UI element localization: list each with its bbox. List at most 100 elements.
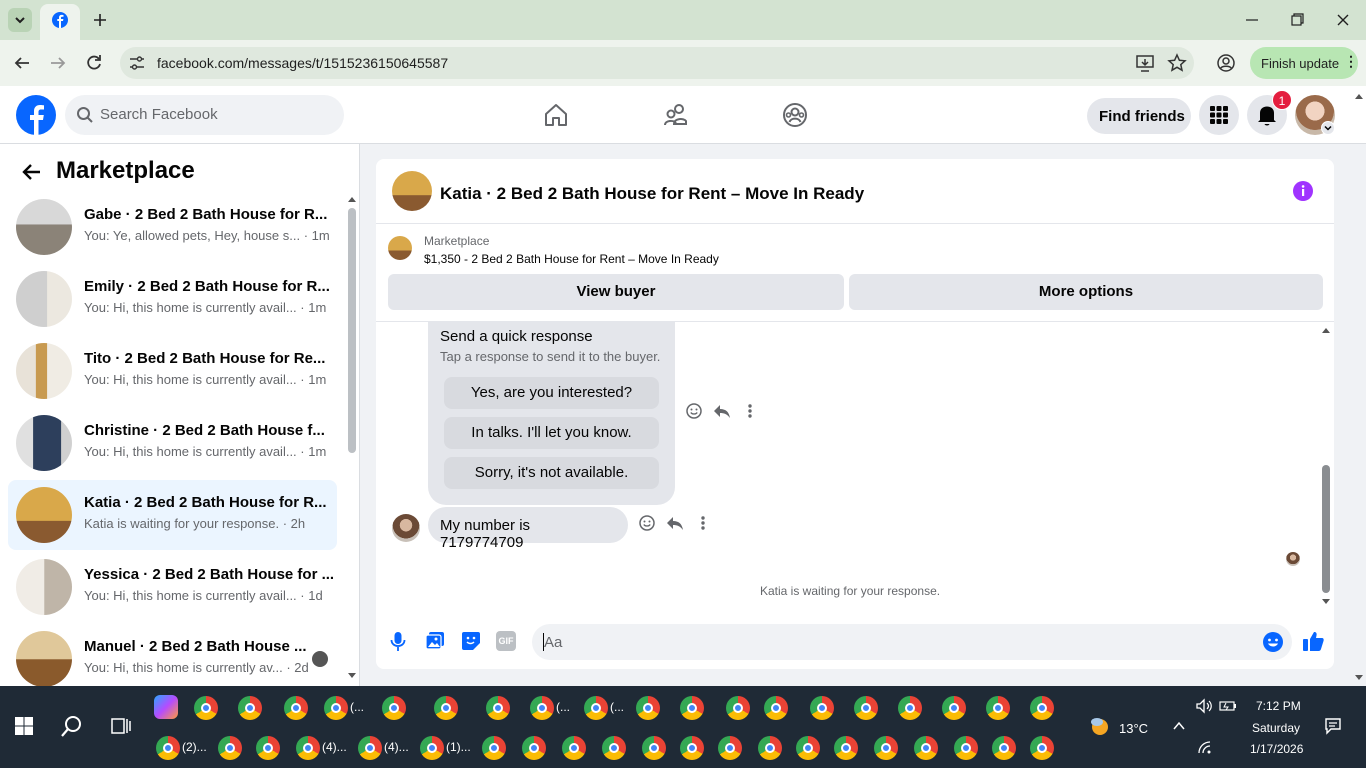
site-info-button[interactable] — [126, 52, 148, 74]
reload-button[interactable] — [82, 51, 106, 75]
chrome-taskbar-icon[interactable] — [1030, 736, 1054, 760]
react-button[interactable] — [685, 402, 703, 420]
chrome-taskbar-icon[interactable] — [834, 736, 858, 760]
close-window-button[interactable] — [1331, 8, 1355, 32]
scroll-down-icon[interactable] — [1321, 598, 1331, 606]
sticker-button[interactable] — [460, 630, 482, 652]
nav-groups[interactable] — [781, 101, 809, 129]
chrome-taskbar-icon[interactable] — [642, 736, 666, 760]
chrome-taskbar-icon[interactable] — [1030, 696, 1054, 720]
message-bubble[interactable]: My number is 7179774709 — [428, 507, 628, 551]
sidebar-scrollbar[interactable] — [348, 208, 356, 453]
chrome-taskbar-icon[interactable] — [810, 696, 834, 720]
conversation-item-selected[interactable]: Katia · 2 Bed 2 Bath House for R... Kati… — [8, 480, 337, 550]
chrome-taskbar-icon[interactable] — [284, 696, 308, 720]
chrome-taskbar-icon[interactable] — [218, 736, 242, 760]
chrome-taskbar-icon[interactable] — [898, 696, 922, 720]
back-arrow-button[interactable] — [20, 160, 44, 184]
chrome-taskbar-icon[interactable] — [256, 736, 280, 760]
chrome-taskbar-icon[interactable] — [238, 696, 262, 720]
quick-response-button[interactable]: Yes, are you interested? — [444, 377, 659, 409]
emoji-button[interactable] — [1262, 631, 1284, 653]
gif-button[interactable]: GIF — [496, 631, 516, 651]
voice-clip-button[interactable] — [388, 630, 408, 652]
scroll-down-icon[interactable] — [347, 672, 357, 680]
forward-button[interactable] — [46, 51, 70, 75]
chrome-taskbar-icon[interactable] — [194, 696, 218, 720]
scroll-up-icon[interactable] — [1321, 326, 1331, 334]
chrome-taskbar-icon[interactable] — [382, 696, 406, 720]
reply-button[interactable] — [665, 514, 685, 532]
browser-tab-facebook[interactable] — [40, 4, 80, 40]
bookmark-button[interactable] — [1166, 52, 1188, 74]
attach-photo-button[interactable] — [424, 630, 446, 652]
quick-response-button[interactable]: In talks. I'll let you know. — [444, 417, 659, 449]
conversation-item[interactable]: Emily · 2 Bed 2 Bath House for R... You:… — [8, 264, 337, 334]
weather-icon[interactable] — [1087, 714, 1111, 738]
more-options-button[interactable]: More options — [849, 274, 1323, 310]
chrome-taskbar-icon[interactable] — [420, 736, 444, 760]
react-button[interactable] — [638, 514, 656, 532]
facebook-logo[interactable] — [16, 95, 56, 135]
chrome-taskbar-icon[interactable] — [680, 736, 704, 760]
clock-time[interactable]: 7:12 PM — [1256, 699, 1301, 713]
install-app-button[interactable] — [1134, 52, 1156, 74]
chrome-taskbar-icon[interactable] — [992, 736, 1016, 760]
restore-button[interactable] — [1285, 8, 1309, 32]
chrome-taskbar-icon[interactable] — [358, 736, 382, 760]
taskbar-search-button[interactable] — [60, 714, 84, 738]
url-text[interactable]: facebook.com/messages/t/1515236150645587 — [157, 55, 448, 71]
find-friends-button[interactable]: Find friends — [1087, 98, 1191, 134]
copilot-icon[interactable] — [154, 695, 178, 719]
chrome-taskbar-icon[interactable] — [530, 696, 554, 720]
back-button[interactable] — [10, 51, 34, 75]
start-button[interactable] — [14, 716, 34, 736]
view-buyer-button[interactable]: View buyer — [388, 274, 844, 310]
new-tab-button[interactable] — [88, 8, 112, 32]
conversation-item[interactable]: Yessica · 2 Bed 2 Bath House for ... You… — [8, 552, 337, 622]
chrome-taskbar-icon[interactable] — [680, 696, 704, 720]
chrome-taskbar-icon[interactable] — [718, 736, 742, 760]
nav-friends[interactable] — [662, 101, 690, 129]
chrome-taskbar-icon[interactable] — [764, 696, 788, 720]
volume-icon[interactable] — [1195, 698, 1213, 714]
clock-date[interactable]: 1/17/2026 — [1250, 742, 1303, 756]
chrome-taskbar-icon[interactable] — [602, 736, 626, 760]
chat-scrollbar[interactable] — [1322, 465, 1330, 593]
chrome-taskbar-icon[interactable] — [584, 696, 608, 720]
chrome-taskbar-icon[interactable] — [636, 696, 660, 720]
temperature[interactable]: 13°C — [1119, 721, 1148, 736]
chrome-taskbar-icon[interactable] — [296, 736, 320, 760]
page-scroll-up-icon[interactable] — [1354, 92, 1364, 100]
chrome-taskbar-icon[interactable] — [562, 736, 586, 760]
listing-title[interactable]: $1,350 - 2 Bed 2 Bath House for Rent – M… — [424, 252, 719, 266]
chrome-taskbar-icon[interactable] — [482, 736, 506, 760]
notification-center-button[interactable] — [1324, 717, 1342, 735]
quick-response-button[interactable]: Sorry, it's not available. — [444, 457, 659, 489]
info-button[interactable] — [1292, 180, 1314, 202]
reply-button[interactable] — [712, 402, 732, 420]
chat-title[interactable]: Katia · 2 Bed 2 Bath House for Rent – Mo… — [440, 184, 864, 204]
chrome-taskbar-icon[interactable] — [954, 736, 978, 760]
chrome-taskbar-icon[interactable] — [758, 736, 782, 760]
wifi-icon[interactable] — [1197, 740, 1213, 754]
chrome-taskbar-icon[interactable] — [156, 736, 180, 760]
conversation-item[interactable]: Christine · 2 Bed 2 Bath House f... You:… — [8, 408, 337, 478]
tab-search-button[interactable] — [8, 8, 32, 32]
chrome-taskbar-icon[interactable] — [726, 696, 750, 720]
conversation-item[interactable]: Tito · 2 Bed 2 Bath House for Re... You:… — [8, 336, 337, 406]
chrome-taskbar-icon[interactable] — [796, 736, 820, 760]
like-button[interactable] — [1301, 629, 1325, 653]
profile-button[interactable] — [1215, 52, 1237, 74]
chat-listing-thumbnail[interactable] — [392, 171, 432, 211]
clock-day[interactable]: Saturday — [1252, 721, 1300, 735]
chrome-taskbar-icon[interactable] — [486, 696, 510, 720]
chrome-taskbar-icon[interactable] — [324, 696, 348, 720]
more-actions-button[interactable] — [742, 402, 758, 420]
chrome-taskbar-icon[interactable] — [522, 736, 546, 760]
hidden-icons-button[interactable] — [1172, 720, 1186, 732]
nav-home[interactable] — [542, 101, 570, 129]
finish-update-button[interactable]: Finish update ⋮ — [1250, 47, 1358, 79]
chrome-taskbar-icon[interactable] — [942, 696, 966, 720]
chrome-taskbar-icon[interactable] — [914, 736, 938, 760]
